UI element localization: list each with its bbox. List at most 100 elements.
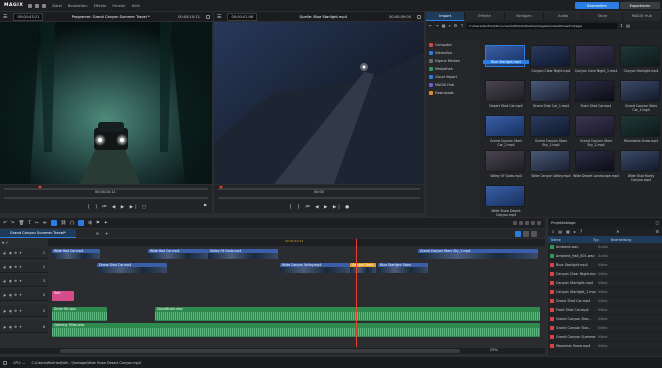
menu-datei[interactable]: Datei xyxy=(52,4,62,8)
list-item[interactable]: Mountain Snow.mp4 Video xyxy=(548,342,662,351)
media-thumbnail[interactable]: Grand Canyon Stars Sky_2.mp4 xyxy=(575,115,615,147)
list-item[interactable]: Ambient.wav Audio xyxy=(548,243,662,252)
text-icon[interactable]: T xyxy=(28,221,31,226)
media-thumbnail[interactable]: Grand Canyon Stars Sky_1.mp4 xyxy=(530,115,570,147)
list-item[interactable]: Grand Canyon Star... Video xyxy=(548,324,662,333)
video-clip[interactable]: Wide Canyon Valley.mp4 xyxy=(280,263,350,273)
solo-icon[interactable]: ◐ xyxy=(9,325,12,329)
import-icon[interactable]: ⇩ xyxy=(551,229,554,234)
ripple-icon[interactable]: ⇶ xyxy=(88,221,92,226)
move-icon[interactable]: ▸ xyxy=(574,229,576,234)
source-position-marker[interactable] xyxy=(219,186,223,189)
sidebar-item-eigene-medien[interactable]: Eigene Medien xyxy=(426,57,480,65)
menu-fenster[interactable]: Fenster xyxy=(112,4,125,8)
media-thumbnail[interactable]: Drone Shot Car_1.mp4 xyxy=(530,80,570,108)
col-name[interactable]: Name xyxy=(548,238,593,242)
add-tab-icon[interactable]: + xyxy=(105,231,108,236)
zoom-controls[interactable] xyxy=(513,221,541,225)
menu-hilfe[interactable]: Hilfe xyxy=(132,4,140,8)
fullscreen-icon[interactable] xyxy=(417,14,421,19)
list-item[interactable]: Grand Canyon Star... Video xyxy=(548,315,662,324)
list-item[interactable]: Canyon Starlight.mp4 Video xyxy=(548,279,662,288)
up-icon[interactable]: ↑ xyxy=(460,23,463,28)
video-clip[interactable]: Drone Shot Car.mp4 xyxy=(97,263,167,273)
source-timecode-left[interactable]: 00:00:01:06 xyxy=(227,12,258,21)
list-item[interactable]: Ambient_Hall_001.wav Audio xyxy=(548,252,662,261)
fullscreen-icon[interactable] xyxy=(206,14,210,19)
sidebar-item-downloads[interactable]: Downloads xyxy=(426,89,480,97)
media-thumbnail[interactable]: Valley Of Gods.mp4 xyxy=(485,150,525,178)
col-edit[interactable]: Bearbeitung xyxy=(611,238,662,242)
solo-icon[interactable]: ◐ xyxy=(9,309,12,313)
search-icon[interactable]: ⌕ xyxy=(449,23,451,28)
fx-icon[interactable]: ✦ xyxy=(19,279,22,283)
video-clip[interactable]: Text xyxy=(52,291,74,301)
mute-icon[interactable]: 🔈 xyxy=(3,251,7,255)
video-clip[interactable]: Wide Rod Car.mp4 xyxy=(52,249,100,259)
video-clip[interactable]: Grand Canyon Stars Sky_1.mp4 xyxy=(418,249,538,259)
track-header[interactable]: 🔈 ◐ ⊕ ✦ 3 xyxy=(0,275,48,287)
edit-mode-button[interactable]: Bearbeiten xyxy=(575,2,619,9)
save-icon[interactable] xyxy=(35,3,40,8)
source-playback-controls[interactable]: { } ⏮ ◀ ▶ ▶| ● xyxy=(289,204,351,210)
media-thumbnail[interactable]: Wide Desert Landscape.mp4 xyxy=(573,150,619,178)
grid-view-icon[interactable]: ▦ xyxy=(442,23,446,28)
list-item[interactable]: Blue Starlight.mp4 Video xyxy=(548,261,662,270)
mute-icon[interactable]: 🔈 xyxy=(3,309,7,313)
split-icon[interactable]: ⇹ xyxy=(43,221,47,226)
solo-icon[interactable]: ◐ xyxy=(9,265,12,269)
tab-magix-hub[interactable]: MAGIX Hub xyxy=(622,12,662,21)
view-icon[interactable]: ▦ xyxy=(566,229,570,234)
sidebar-item-cloud-import[interactable]: Cloud Import xyxy=(426,73,480,81)
cut-icon[interactable]: ✂ xyxy=(35,221,39,226)
fx-icon[interactable]: ✦ xyxy=(19,265,22,269)
media-thumbnail[interactable]: Wide Canyon Valley.mp4 xyxy=(530,150,571,178)
menu-bearbeiten[interactable]: Bearbeiten xyxy=(68,4,88,8)
tab-store[interactable]: Store xyxy=(583,12,623,21)
folder-icon[interactable] xyxy=(28,3,33,8)
forward-icon[interactable]: → xyxy=(435,23,438,28)
menu-icon[interactable]: ☰ xyxy=(3,14,7,20)
add-folder-icon[interactable]: ▤ xyxy=(558,229,562,234)
solo-icon[interactable]: ◐ xyxy=(9,279,12,283)
lock-icon[interactable]: ⊕ xyxy=(14,293,17,297)
sidebar-item-magix-hub[interactable]: MAGIX Hub xyxy=(426,81,480,89)
program-timecode-left[interactable]: 00:00:43:21 xyxy=(13,12,44,21)
undo-icon[interactable]: ↶ xyxy=(3,221,7,226)
list-item[interactable]: Drone Shot Car.mp4 Video xyxy=(548,297,662,306)
list-view-icon[interactable]: ▤ xyxy=(626,23,630,28)
fx-icon[interactable]: ✦ xyxy=(19,309,22,313)
track-header[interactable]: 🔈 ◐ ⊕ ✦ 6 xyxy=(0,321,48,333)
media-thumbnail[interactable]: Front Shot Car.mp4 xyxy=(575,80,615,108)
track-header[interactable]: 🔈 ◐ ⊕ ✦ 1 xyxy=(0,247,48,259)
settings-icon[interactable]: ⚙ xyxy=(454,23,458,28)
mute-icon[interactable]: 🔈 xyxy=(3,325,7,329)
menu-icon[interactable]: ☰ xyxy=(655,229,659,234)
program-monitor-view[interactable] xyxy=(0,22,212,184)
program-playback-controls[interactable]: [ ] ⏮ ◀ ▶ ▶| ◻ xyxy=(88,204,148,210)
lock-icon[interactable]: ⊕ xyxy=(14,265,17,269)
list-item[interactable]: Grand Canyon Summer... Video xyxy=(548,333,662,342)
tab-effekte[interactable]: Effekte xyxy=(465,12,505,21)
audio-clip[interactable]: Soundtrack.wav xyxy=(155,307,540,321)
track-header[interactable]: 🔈 ◐ ⊕ ✦ 4 xyxy=(0,289,48,301)
media-thumbnail[interactable]: Desert Shot Car.mp4 xyxy=(485,80,525,108)
media-thumbnail[interactable]: Blue Starlight.mp4 xyxy=(483,45,529,67)
link-icon[interactable]: ⛓ xyxy=(61,221,67,226)
sort-icon[interactable]: ↕ xyxy=(620,23,623,28)
maximize-icon[interactable]: ◻ xyxy=(656,220,659,225)
delete-icon[interactable]: 🗑 xyxy=(19,221,25,226)
video-clip[interactable]: Valley Of Gods.mp4 xyxy=(208,249,278,259)
source-monitor-view[interactable] xyxy=(214,22,424,184)
undo-icon[interactable] xyxy=(42,3,47,8)
timeline-view-icon[interactable] xyxy=(523,230,529,237)
redo-icon[interactable]: ↷ xyxy=(11,221,15,226)
sidebar-item-computer[interactable]: Computer xyxy=(426,41,480,49)
list-item[interactable]: Canyon Starlight_1.mp4 Video xyxy=(548,288,662,297)
solo-icon[interactable]: ◐ xyxy=(9,251,12,255)
lock-icon[interactable]: ⊕ xyxy=(14,251,17,255)
magnet-icon[interactable]: ⋂ xyxy=(70,221,74,226)
audio-clip[interactable]: Opening Titles.wav xyxy=(52,323,540,337)
mute-icon[interactable]: 🔈 xyxy=(3,265,7,269)
tab-import[interactable]: Import xyxy=(426,12,466,21)
